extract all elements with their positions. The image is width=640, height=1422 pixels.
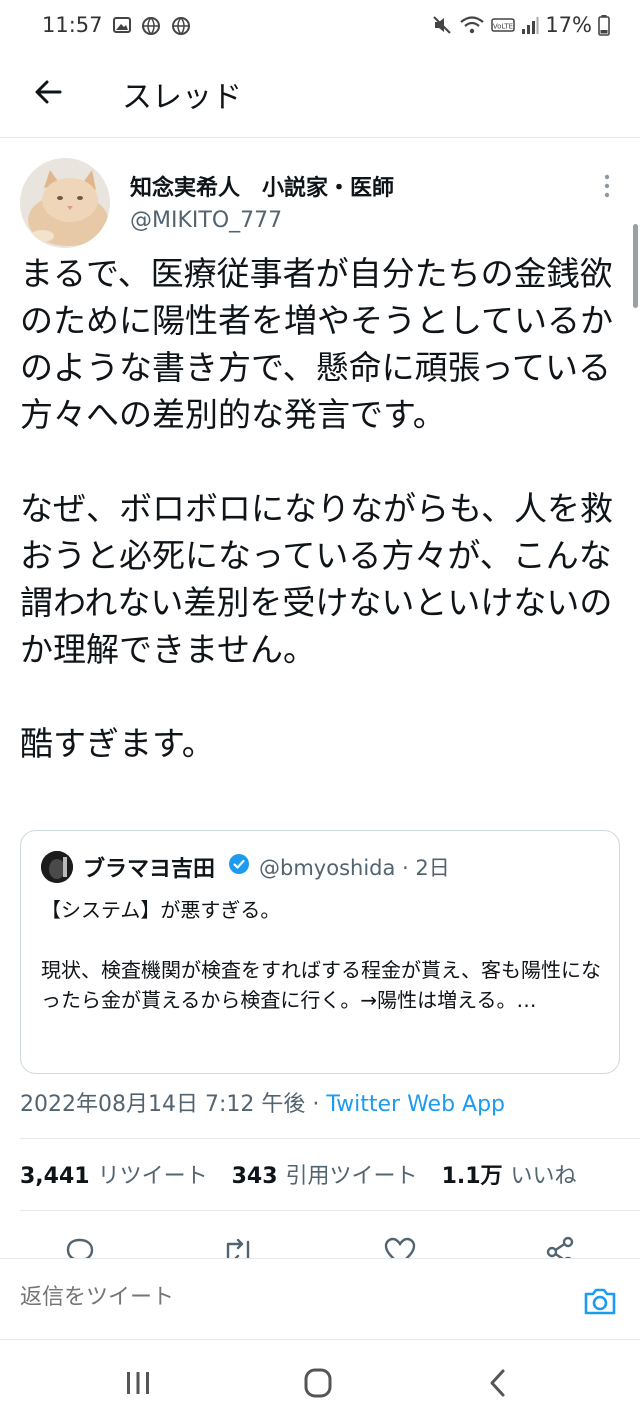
more-options-icon[interactable] <box>598 172 616 200</box>
tweet-paragraph: 酷すぎます。 <box>20 724 215 763</box>
author-avatar[interactable] <box>20 158 110 248</box>
quoted-author-name: ブラマヨ吉田 <box>83 857 216 882</box>
tweet-actions <box>0 1232 640 1258</box>
status-notification-icons <box>112 15 192 37</box>
source-link[interactable]: Twitter Web App <box>326 1092 505 1117</box>
quoted-handle-time: @bmyoshida · 2日 <box>259 856 450 880</box>
reply-composer-bar <box>0 1258 640 1340</box>
volte-icon: VoLTE <box>491 18 516 32</box>
likes-stat[interactable]: 1.1万 いいね <box>442 1158 577 1190</box>
retweets-stat[interactable]: 3,441 リツイート <box>20 1158 208 1190</box>
retweets-count: 3,441 <box>20 1164 90 1189</box>
signal-icon <box>522 17 539 34</box>
divider <box>20 1138 640 1139</box>
arrow-left-icon[interactable] <box>30 74 66 110</box>
mute-icon <box>433 16 452 34</box>
globe-icon <box>142 17 160 35</box>
timestamp-text: 2022年08月14日 7:12 午後 · <box>20 1092 327 1117</box>
reply-icon[interactable] <box>62 1234 98 1258</box>
verified-badge-icon <box>229 854 249 874</box>
retweets-label: リツイート <box>97 1164 208 1189</box>
reply-input[interactable] <box>20 1285 540 1310</box>
gallery-icon <box>113 17 131 33</box>
status-system-icons: VoLTE 17% <box>431 13 610 37</box>
page-title: スレッド <box>122 80 242 115</box>
scrollbar[interactable] <box>633 224 638 308</box>
svg-text:VoLTE: VoLTE <box>493 23 513 31</box>
quoted-tweet-card[interactable]: ブラマヨ吉田 @bmyoshida · 2日 【システム】が悪すぎる。 現状、検… <box>20 830 620 1074</box>
wifi-icon <box>460 16 485 34</box>
status-bar: 11:57 VoLTE 17% <box>0 0 640 56</box>
author-name[interactable]: 知念実希人 小説家・医師 <box>130 170 394 202</box>
quotes-count: 343 <box>231 1164 278 1189</box>
app-header: スレッド <box>0 58 640 138</box>
cat-avatar-image <box>20 158 110 248</box>
likes-count: 1.1万 <box>441 1164 503 1189</box>
quoted-tweet-text: 【システム】が悪すぎる。 現状、検査機関が検査をすればする程金が貰え、客も陽性に… <box>41 895 601 1015</box>
divider <box>20 1210 640 1211</box>
likes-label: いいね <box>510 1164 577 1189</box>
quoted-line: 【システム】が悪すぎる。 <box>41 898 281 922</box>
back-nav-icon[interactable] <box>478 1367 518 1399</box>
author-handle[interactable]: @MIKITO_777 <box>130 208 282 233</box>
quoted-line: 現状、検査機関が検査をすればする程金が貰え、客も陽性になったら金が貰えるから検査… <box>41 958 601 1012</box>
quoted-author-avatar <box>41 851 73 883</box>
tweet-text: まるで、医療従事者が自分たちの金銭欲のために陽性者を増やそうとしているかのような… <box>20 250 620 767</box>
battery-icon <box>598 15 610 36</box>
tweet-stats: 3,441 リツイート 343 引用ツイート 1.1万 いいね <box>20 1158 577 1190</box>
tweet-paragraph: なぜ、ボロボロになりながらも、人を救おうと必死になっている方々が、こんな謂われな… <box>20 489 614 669</box>
globe-icon <box>172 17 190 35</box>
battery-percent: 17% <box>545 13 592 37</box>
status-time: 11:57 <box>42 13 103 37</box>
camera-icon[interactable] <box>582 1283 618 1319</box>
tweet-paragraph: まるで、医療従事者が自分たちの金銭欲のために陽性者を増やそうとしているかのような… <box>20 254 614 434</box>
quotes-label: 引用ツイート <box>285 1164 418 1189</box>
system-navigation-bar <box>0 1341 640 1422</box>
tweet-timestamp: 2022年08月14日 7:12 午後 · Twitter Web App <box>20 1086 505 1118</box>
recent-apps-icon[interactable] <box>118 1367 158 1399</box>
retweet-icon[interactable] <box>220 1234 256 1258</box>
quotes-stat[interactable]: 343 引用ツイート <box>232 1158 418 1190</box>
home-icon[interactable] <box>298 1367 338 1399</box>
like-icon[interactable] <box>382 1234 418 1258</box>
share-icon[interactable] <box>542 1234 578 1258</box>
